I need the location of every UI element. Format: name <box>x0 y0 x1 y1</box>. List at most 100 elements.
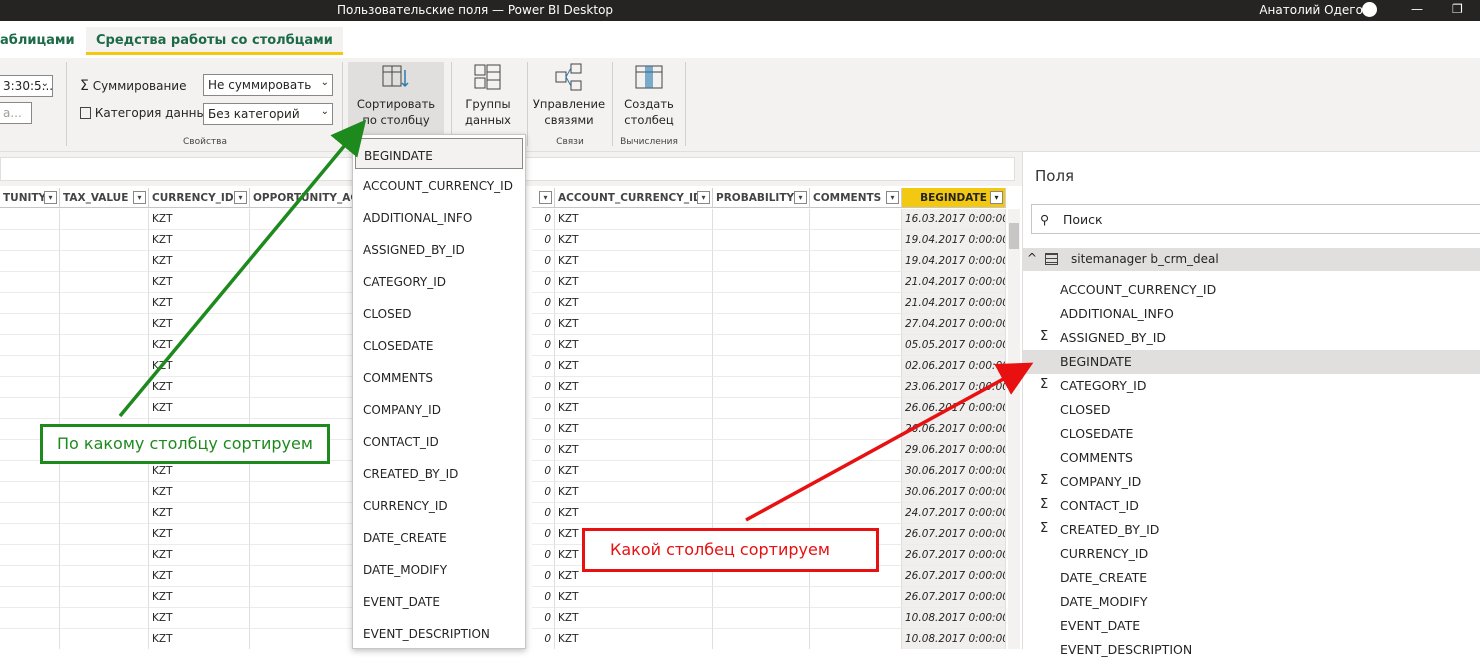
field-item[interactable]: EVENT_DESCRIPTION <box>1023 638 1480 662</box>
field-item[interactable]: CLOSEDATE <box>1023 422 1480 446</box>
relationships-group-label: Связи <box>556 137 584 147</box>
filter-dropdown-icon[interactable]: ▾ <box>794 191 807 204</box>
field-item[interactable]: Σ CONTACT_ID <box>1023 494 1480 518</box>
table-cell <box>713 440 810 461</box>
sort-option[interactable]: DATE_MODIFY <box>353 553 525 585</box>
field-item[interactable]: ACCOUNT_CURRENCY_ID <box>1023 278 1480 302</box>
currency-cell: KZT <box>555 293 713 314</box>
scrollbar-thumb[interactable] <box>1009 223 1019 249</box>
minimize-icon[interactable]: — <box>1411 2 1423 16</box>
sort-option[interactable]: CONTACT_ID <box>353 425 525 457</box>
field-item[interactable]: ADDITIONAL_INFO <box>1023 302 1480 326</box>
sort-option[interactable]: ASSIGNED_BY_ID <box>353 233 525 265</box>
sort-option[interactable]: CREATED_BY_ID <box>353 457 525 489</box>
sort-option[interactable]: CATEGORY_ID <box>353 265 525 297</box>
field-name: CURRENCY_ID <box>1060 546 1149 561</box>
avatar[interactable] <box>1362 2 1377 17</box>
currency-cell: KZT <box>149 356 250 377</box>
table-cell <box>60 566 149 587</box>
table-cell <box>0 503 60 524</box>
sort-option[interactable]: EVENT_DESCRIPTION <box>353 617 525 648</box>
filter-dropdown-icon[interactable]: ▾ <box>886 191 899 204</box>
ribbon-tabs: аблицами Средства работы со столбцами <box>0 21 1480 58</box>
begindate-cell: 26.06.2017 0:00:00 <box>902 398 1006 419</box>
value-cell: 0 <box>532 293 555 314</box>
begindate-cell: 19.04.2017 0:00:00 <box>902 251 1006 272</box>
column-header-partial[interactable]: ▾ <box>532 188 555 208</box>
filter-dropdown-icon[interactable]: ▾ <box>539 191 552 204</box>
calculations-group-label: Вычисления <box>620 137 678 147</box>
field-item[interactable]: Σ ASSIGNED_BY_ID <box>1023 326 1480 350</box>
tab-column-tools[interactable]: Средства работы со столбцами <box>86 27 343 55</box>
field-item[interactable]: DATE_MODIFY <box>1023 590 1480 614</box>
tab-table-tools[interactable]: аблицами <box>0 27 85 55</box>
field-item[interactable]: CLOSED <box>1023 398 1480 422</box>
column-header[interactable]: TUNITY ▾ <box>0 188 60 208</box>
filter-dropdown-icon[interactable]: ▾ <box>234 191 247 204</box>
sort-option[interactable]: EVENT_DATE <box>353 585 525 617</box>
restore-icon[interactable]: ❐ <box>1452 2 1463 16</box>
sort-option[interactable]: CLOSEDATE <box>353 329 525 361</box>
column-header[interactable]: PROBABILITY ▾ <box>713 188 810 208</box>
table-cell <box>60 608 149 629</box>
currency-cell: KZT <box>555 398 713 419</box>
sort-option[interactable]: DATE_CREATE <box>353 521 525 553</box>
field-item[interactable]: COMMENTS <box>1023 446 1480 470</box>
field-name: CLOSED <box>1060 402 1111 417</box>
relationships-icon <box>554 62 584 92</box>
sort-option[interactable]: COMMENTS <box>353 361 525 393</box>
table-cell <box>60 230 149 251</box>
field-item[interactable]: CURRENCY_ID <box>1023 542 1480 566</box>
format-input[interactable]: а... <box>0 102 32 124</box>
sigma-icon: Σ <box>80 78 89 94</box>
annotation-red: Какой столбец сортируем <box>582 528 879 572</box>
data-groups-button[interactable]: Группы данных <box>458 62 518 128</box>
field-item[interactable]: BEGINDATE <box>1023 350 1480 374</box>
value-cell: 0 <box>532 335 555 356</box>
manage-relationships-button[interactable]: Управление связями <box>531 62 607 128</box>
sort-option[interactable]: COMPANY_ID <box>353 393 525 425</box>
sort-by-column-button[interactable]: Сортировать по столбцу <box>348 62 444 134</box>
table-cell <box>0 587 60 608</box>
data-category-dropdown[interactable]: Без категорий ⌄ <box>203 103 333 125</box>
sort-option[interactable]: CURRENCY_ID <box>353 489 525 521</box>
column-header[interactable]: BEGINDATE ▾ <box>902 188 1006 208</box>
column-header[interactable]: TAX_VALUE ▾ <box>60 188 149 208</box>
filter-dropdown-icon[interactable]: ▾ <box>133 191 146 204</box>
summarize-label: Σ Суммирование <box>80 78 187 94</box>
column-header[interactable]: COMMENTS ▾ <box>810 188 902 208</box>
table-cell <box>60 629 149 649</box>
currency-cell: KZT <box>149 230 250 251</box>
sort-option[interactable]: CLOSED <box>353 297 525 329</box>
chevron-up-icon[interactable]: ^ <box>1027 251 1037 265</box>
user-name[interactable]: Анатолий Одегов <box>1259 3 1370 17</box>
currency-cell: KZT <box>149 251 250 272</box>
field-item[interactable]: Σ CREATED_BY_ID <box>1023 518 1480 542</box>
field-item[interactable]: DATE_CREATE <box>1023 566 1480 590</box>
table-cell <box>0 398 60 419</box>
sort-option[interactable]: ACCOUNT_CURRENCY_ID <box>353 169 525 201</box>
value-cell: 0 <box>532 314 555 335</box>
column-header[interactable]: ACCOUNT_CURRENCY_ID ▾ <box>555 188 713 208</box>
sigma-icon: Σ <box>1040 497 1049 512</box>
table-icon <box>1045 253 1058 265</box>
summarize-dropdown[interactable]: Не суммировать ⌄ <box>203 74 333 96</box>
fields-search-input[interactable]: ⚲ Поиск <box>1031 204 1480 234</box>
column-header[interactable]: CURRENCY_ID ▾ <box>149 188 250 208</box>
sort-option[interactable]: ADDITIONAL_INFO <box>353 201 525 233</box>
filter-dropdown-icon[interactable]: ▾ <box>990 191 1003 204</box>
format-dropdown[interactable]: 3:30:5... ⌄ <box>0 75 53 97</box>
table-cell <box>60 503 149 524</box>
table-node[interactable]: ^ sitemanager b_crm_deal <box>1023 248 1480 271</box>
fields-pane-title: Поля <box>1035 167 1075 185</box>
filter-dropdown-icon[interactable]: ▾ <box>44 191 57 204</box>
filter-dropdown-icon[interactable]: ▾ <box>697 191 710 204</box>
sort-option[interactable]: BEGINDATE <box>355 138 523 169</box>
vertical-scrollbar[interactable] <box>1008 209 1020 649</box>
field-item[interactable]: Σ CATEGORY_ID <box>1023 374 1480 398</box>
field-name: EVENT_DESCRIPTION <box>1060 642 1193 657</box>
field-item[interactable]: Σ COMPANY_ID <box>1023 470 1480 494</box>
currency-cell: KZT <box>555 608 713 629</box>
new-column-button[interactable]: Создать столбец <box>618 62 680 128</box>
field-item[interactable]: EVENT_DATE <box>1023 614 1480 638</box>
